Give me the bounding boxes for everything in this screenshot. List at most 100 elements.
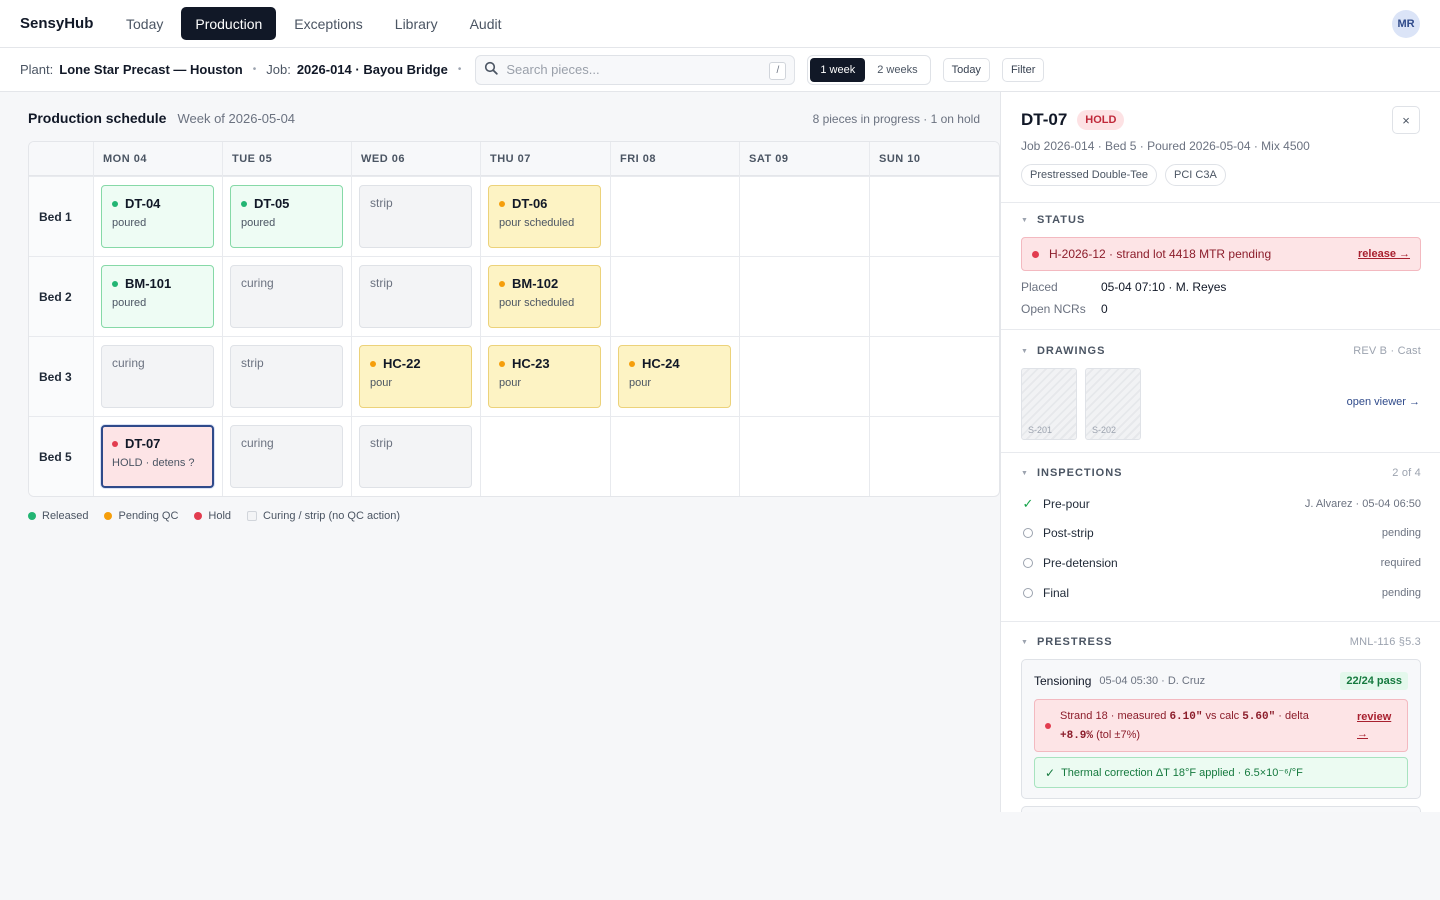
status-dot-icon: [499, 360, 505, 367]
inspections-heading: INSPECTIONS: [1036, 467, 1123, 479]
legend-label: Curing / strip (no QC action): [263, 510, 400, 522]
schedule-week: Week of 2026-05-04: [177, 111, 296, 126]
close-icon[interactable]: ×: [1392, 106, 1420, 134]
nav-tab-audit[interactable]: Audit: [456, 7, 516, 40]
status-dot-icon: [241, 200, 247, 207]
status-dot-icon: [112, 200, 118, 207]
bed-activity-card[interactable]: strip: [359, 425, 472, 488]
piece-card-hc-24[interactable]: HC-24 pour: [618, 345, 731, 408]
caret-down-icon: ▼: [1021, 638, 1029, 646]
tensioning-meta: 05-04 05:30 · D. Cruz: [1099, 675, 1206, 687]
grid-row-line: [29, 416, 999, 417]
piece-card-dt-05[interactable]: DT-05 poured: [230, 185, 343, 248]
measured-elongation: 6.10": [1169, 710, 1203, 723]
inspection-row[interactable]: Final pending: [1021, 586, 1421, 600]
nav-tab-production[interactable]: Production: [181, 7, 277, 40]
search-shortcut-hint: /: [769, 61, 787, 80]
legend-label: Released: [42, 510, 89, 522]
nav-tab-today[interactable]: Today: [112, 7, 177, 40]
piece-card-hc-22[interactable]: HC-22 pour: [359, 345, 472, 408]
piece-card-dt-04[interactable]: DT-04 poured: [101, 185, 214, 248]
inspections-section-header[interactable]: ▼ INSPECTIONS 2 of 4: [1021, 467, 1421, 479]
piece-id: BM-102: [512, 276, 559, 291]
status-dot-icon: [499, 280, 505, 287]
day-column-header: SUN 10: [879, 153, 921, 165]
caret-down-icon: ▼: [1021, 347, 1029, 355]
tensioning-label: Tensioning: [1034, 674, 1092, 688]
context-toolbar: Plant: Lone Star Precast — Houston • Job…: [0, 48, 1440, 92]
release-link[interactable]: release →: [1358, 248, 1410, 260]
today-button[interactable]: Today: [942, 57, 990, 82]
piece-card-bm-101[interactable]: BM-101 poured: [101, 265, 214, 328]
inspection-name: Pre-pour: [1043, 497, 1090, 511]
bed-activity-card[interactable]: curing: [230, 425, 343, 488]
grid-column-line: [739, 142, 740, 496]
panel-title: DT-07 HOLD: [1021, 110, 1125, 130]
piece-label: DT-07: [112, 436, 203, 451]
inspection-name: Post-strip: [1043, 526, 1094, 540]
bed-activity-card[interactable]: strip: [230, 345, 343, 408]
piece-id: DT-07: [1021, 110, 1068, 129]
filter-button[interactable]: Filter: [1001, 57, 1045, 82]
nav-tab-exceptions[interactable]: Exceptions: [280, 7, 376, 40]
piece-label: HC-24: [629, 356, 720, 371]
schedule-legend: Released Pending QC Hold Curing / strip (no…: [28, 510, 400, 522]
bed-activity-card[interactable]: curing: [230, 265, 343, 328]
empty-circle-icon: [1021, 558, 1035, 568]
piece-meta: Job 2026-014 · Bed 5 · Poured 2026-05-04…: [1021, 139, 1310, 153]
placed-row: Placed 05-04 07:10 · M. Reyes: [1021, 280, 1226, 294]
drawing-thumbnail[interactable]: S-201: [1021, 368, 1077, 440]
piece-card-hc-23[interactable]: HC-23 pour: [488, 345, 601, 408]
next-card-peek: [1021, 806, 1421, 812]
bed-row-label: Bed 1: [29, 177, 93, 256]
bed-activity-card[interactable]: strip: [359, 185, 472, 248]
inspection-row[interactable]: ✓ Pre-pour J. Alvarez · 05-04 06:50: [1021, 496, 1421, 512]
day-column-header: WED 06: [361, 153, 405, 165]
piece-card-bm-102[interactable]: BM-102 pour scheduled: [488, 265, 601, 328]
search-input[interactable]: [506, 62, 747, 77]
piece-label: HC-23: [499, 356, 590, 371]
hold-dot-icon: [1032, 250, 1039, 258]
schedule-grid: MON 04 TUE 05 WED 06 THU 07 FRI 08 SAT 09 SUN …: [28, 141, 1000, 497]
day-column-header: TUE 05: [232, 153, 273, 165]
piece-id: HC-24: [642, 356, 680, 371]
range-2-weeks[interactable]: 2 weeks: [867, 58, 927, 82]
thermal-correction-text: Thermal correction ΔT 18°F applied · 6.5…: [1061, 767, 1303, 779]
ncr-label: Open NCRs: [1021, 302, 1086, 316]
nav-tab-library[interactable]: Library: [381, 7, 452, 40]
prestress-section-header[interactable]: ▼ PRESTRESS MNL-116 §5.3: [1021, 636, 1421, 648]
open-viewer-link[interactable]: open viewer →: [1347, 396, 1420, 408]
inspection-row[interactable]: Pre-detension required: [1021, 556, 1421, 570]
bed-activity-card[interactable]: curing: [101, 345, 214, 408]
inspection-row[interactable]: Post-strip pending: [1021, 526, 1421, 540]
brand-logo[interactable]: SensyHub: [20, 15, 108, 32]
status-section-header[interactable]: ▼ STATUS: [1021, 214, 1421, 226]
placed-value: 05-04 07:10 · M. Reyes: [1101, 280, 1227, 294]
drawing-thumbnail[interactable]: S-202: [1085, 368, 1141, 440]
piece-card-dt-06[interactable]: DT-06 pour scheduled: [488, 185, 601, 248]
job-selector[interactable]: 2026-014 · Bayou Bridge: [297, 62, 448, 77]
piece-status: poured: [112, 297, 147, 309]
tag-certification: PCI C3A: [1165, 164, 1226, 186]
piece-status: pour: [629, 377, 652, 389]
caret-down-icon: ▼: [1021, 216, 1029, 224]
bed-row-label: Bed 5: [29, 417, 93, 496]
range-1-week[interactable]: 1 week: [810, 57, 866, 82]
prestress-reference: MNL-116 §5.3: [1349, 636, 1421, 648]
range-toggle: 1 week 2 weeks: [807, 54, 931, 85]
user-avatar[interactable]: MR: [1392, 10, 1420, 38]
piece-id: HC-23: [512, 356, 550, 371]
piece-card-dt-07[interactable]: DT-07 HOLD · detens ?: [101, 425, 214, 488]
day-column-header: FRI 08: [620, 153, 657, 165]
calculated-elongation: 5.60": [1242, 710, 1276, 723]
legend-label: Pending QC: [118, 510, 179, 522]
plant-selector[interactable]: Lone Star Precast — Houston: [59, 62, 242, 77]
piece-label: DT-05: [241, 196, 332, 211]
review-link[interactable]: review →: [1357, 709, 1397, 743]
piece-status: pour scheduled: [499, 297, 575, 309]
ncr-value: 0: [1101, 302, 1108, 316]
inspection-status: required: [1380, 557, 1421, 569]
bed-activity-card[interactable]: strip: [359, 265, 472, 328]
drawings-section-header[interactable]: ▼ DRAWINGS REV B · Cast: [1021, 345, 1421, 357]
inspection-status: pending: [1381, 587, 1421, 599]
